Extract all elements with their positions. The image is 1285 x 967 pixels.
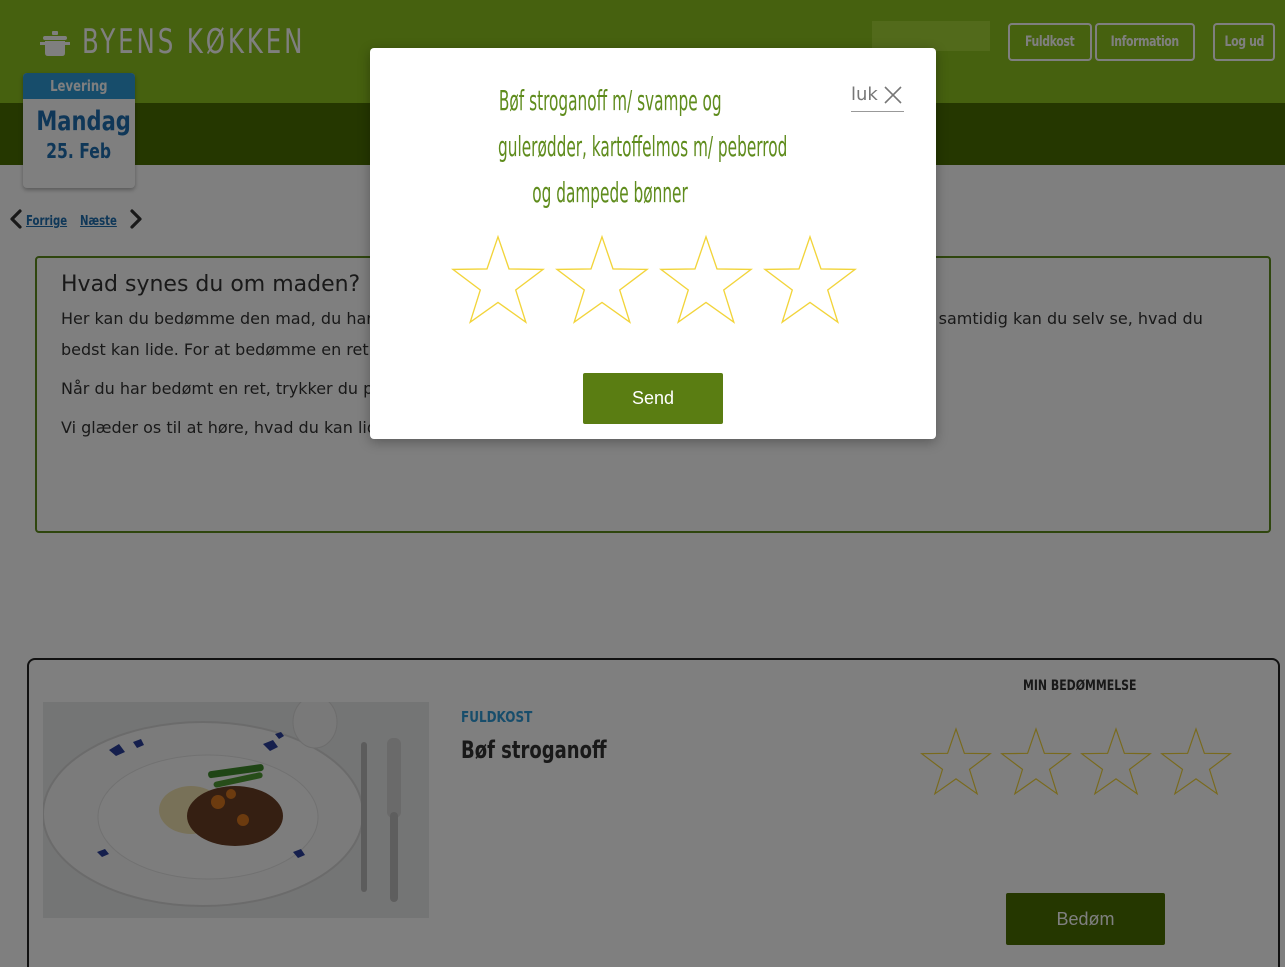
modal-title-line-1: Bøf stroganoff m/ svampe og bbox=[447, 78, 773, 124]
modal-title-line-1-text: Bøf stroganoff m/ svampe og bbox=[498, 84, 722, 117]
rating-modal: Bøf stroganoff m/ svampe og gulerødder, … bbox=[370, 48, 936, 439]
star-outline-icon[interactable] bbox=[554, 233, 650, 325]
modal-title-line-3-text: og dampede bønner bbox=[532, 176, 688, 209]
send-button[interactable]: Send bbox=[583, 373, 723, 424]
star-outline-icon[interactable] bbox=[658, 233, 754, 325]
modal-title-line-3: og dampede bønner bbox=[447, 170, 773, 216]
modal-title-line-2: gulerødder, kartoffelmos m/ peberrod bbox=[447, 124, 787, 170]
close-button[interactable]: luk bbox=[851, 82, 904, 112]
close-label: luk bbox=[851, 84, 878, 105]
modal-title: Bøf stroganoff m/ svampe og gulerødder, … bbox=[390, 78, 830, 216]
star-outline-icon[interactable] bbox=[450, 233, 546, 325]
close-icon bbox=[884, 85, 902, 104]
star-outline-icon[interactable] bbox=[762, 233, 858, 325]
modal-title-line-2-text: gulerødder, kartoffelmos m/ peberrod bbox=[498, 130, 788, 163]
modal-rating-stars bbox=[450, 233, 858, 325]
